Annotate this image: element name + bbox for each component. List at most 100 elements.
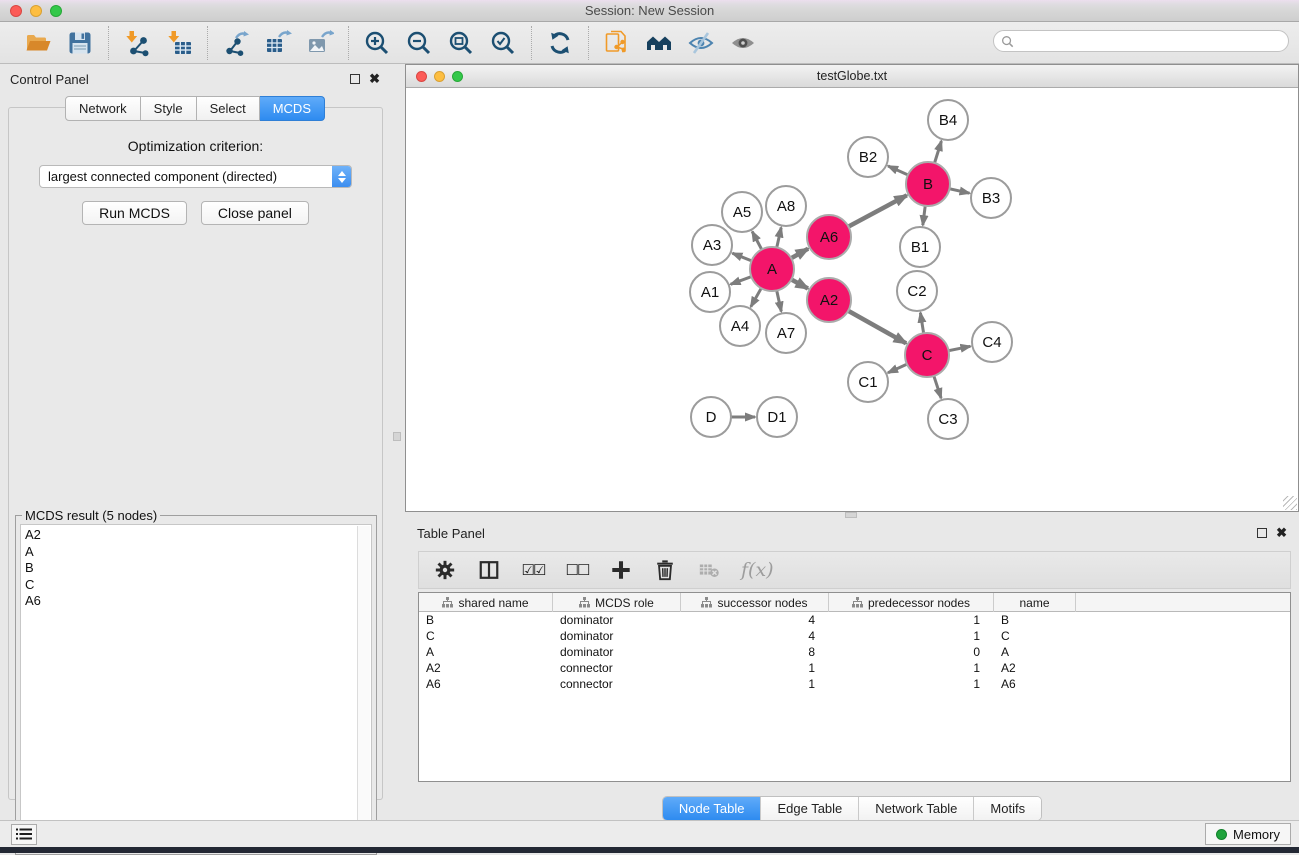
import-table-icon[interactable] [163,27,195,59]
tab-mcds[interactable]: MCDS [260,96,325,121]
table-cell[interactable]: 1 [681,676,829,692]
export-image-icon[interactable] [304,27,336,59]
tab-style[interactable]: Style [141,96,197,121]
network-zoom-button[interactable] [452,71,463,82]
open-session-icon[interactable] [22,27,54,59]
close-panel-button[interactable]: Close panel [201,201,309,225]
table-cell[interactable]: C [419,628,553,644]
node-A8[interactable]: A8 [766,186,806,226]
node-C[interactable]: C [905,333,949,377]
delete-column-trash-icon[interactable] [653,557,677,583]
node-D1[interactable]: D1 [757,397,797,437]
mcds-result-item[interactable]: A [25,544,371,561]
task-history-button[interactable] [11,824,37,845]
table-row[interactable]: A6connector11A6 [419,676,1290,692]
table-cell[interactable]: 4 [681,612,829,628]
float-panel-icon[interactable] [350,74,360,84]
tab-network-table[interactable]: Network Table [858,797,973,820]
node-A5[interactable]: A5 [722,192,762,232]
network-window-titlebar[interactable]: testGlobe.txt [406,65,1298,88]
node-C3[interactable]: C3 [928,399,968,439]
zoom-window-button[interactable] [50,5,62,17]
table-cell[interactable]: dominator [553,644,681,660]
add-column-icon[interactable] [609,557,633,583]
network-minimize-button[interactable] [434,71,445,82]
search-input[interactable] [1014,32,1288,50]
table-row[interactable]: A2connector11A2 [419,660,1290,676]
table-cell[interactable]: 1 [681,660,829,676]
table-cell[interactable]: A6 [994,676,1076,692]
node-C2[interactable]: C2 [897,271,937,311]
node-B[interactable]: B [906,162,950,206]
column-header-shared-name[interactable]: shared name [419,593,553,612]
column-header-MCDS-role[interactable]: MCDS role [553,593,681,612]
node-A3[interactable]: A3 [692,225,732,265]
table-row[interactable]: Bdominator41B [419,612,1290,628]
minimize-window-button[interactable] [30,5,42,17]
column-header-name[interactable]: name [994,593,1076,612]
tab-network[interactable]: Network [65,96,141,121]
dropdown-stepper-icon[interactable] [332,166,351,187]
table-row[interactable]: Cdominator41C [419,628,1290,644]
node-B3[interactable]: B3 [971,178,1011,218]
export-table-icon[interactable] [262,27,294,59]
node-A4[interactable]: A4 [720,306,760,346]
new-network-from-selection-icon[interactable] [601,27,633,59]
column-header-successor-nodes[interactable]: successor nodes [681,593,829,612]
table-cell[interactable]: connector [553,676,681,692]
node-A2[interactable]: A2 [807,278,851,322]
deselect-all-rows-icon[interactable]: ☐☐ [565,557,589,583]
node-B4[interactable]: B4 [928,100,968,140]
zoom-in-icon[interactable] [361,27,393,59]
export-network-icon[interactable] [220,27,252,59]
column-selector-icon[interactable] [477,557,501,583]
table-cell[interactable]: B [419,612,553,628]
tab-node-table[interactable]: Node Table [663,797,761,820]
mcds-result-item[interactable]: B [25,560,371,577]
zoom-selected-icon[interactable] [487,27,519,59]
table-cell[interactable]: connector [553,660,681,676]
window-resize-grip[interactable] [1283,496,1297,510]
search-field[interactable] [993,30,1289,52]
table-cell[interactable]: 1 [829,612,994,628]
node-D[interactable]: D [691,397,731,437]
mcds-result-item[interactable]: A2 [25,527,371,544]
column-header-predecessor-nodes[interactable]: predecessor nodes [829,593,994,612]
mcds-result-item[interactable]: C [25,577,371,594]
show-all-eye-icon[interactable] [727,27,759,59]
table-row[interactable]: Adominator80A [419,644,1290,660]
close-table-panel-icon[interactable]: ✖ [1276,528,1287,538]
float-table-panel-icon[interactable] [1257,528,1267,538]
mcds-result-list[interactable]: A2ABCA6 [20,524,372,850]
close-window-button[interactable] [10,5,22,17]
select-all-rows-icon[interactable]: ☑☑ [521,557,545,583]
table-cell[interactable]: B [994,612,1076,628]
node-B2[interactable]: B2 [848,137,888,177]
network-canvas[interactable]: B4B2BB3A5A8A6A3B1AA1C2A2A4A7C4CC1C3DD1 [406,88,1298,511]
save-session-icon[interactable] [64,27,96,59]
table-cell[interactable]: 1 [829,660,994,676]
node-C4[interactable]: C4 [972,322,1012,362]
hide-selected-eye-slash-icon[interactable] [685,27,717,59]
splitter-handle[interactable] [845,512,857,518]
node-C1[interactable]: C1 [848,362,888,402]
network-close-button[interactable] [416,71,427,82]
table-cell[interactable]: 4 [681,628,829,644]
network-overview-homes-icon[interactable] [643,27,675,59]
node-A1[interactable]: A1 [690,272,730,312]
node-A6[interactable]: A6 [807,215,851,259]
import-network-icon[interactable] [121,27,153,59]
node-A7[interactable]: A7 [766,313,806,353]
tab-select[interactable]: Select [197,96,260,121]
criterion-dropdown[interactable]: largest connected component (directed) [39,165,352,188]
zoom-fit-icon[interactable] [445,27,477,59]
close-panel-icon[interactable]: ✖ [369,74,380,84]
table-cell[interactable]: dominator [553,628,681,644]
zoom-out-icon[interactable] [403,27,435,59]
table-cell[interactable]: A2 [419,660,553,676]
memory-button[interactable]: Memory [1205,823,1291,845]
horizontal-splitter[interactable] [405,512,1299,520]
table-cell[interactable]: 1 [829,676,994,692]
table-cell[interactable]: A [994,644,1076,660]
table-mode-gear-icon[interactable] [433,557,457,583]
